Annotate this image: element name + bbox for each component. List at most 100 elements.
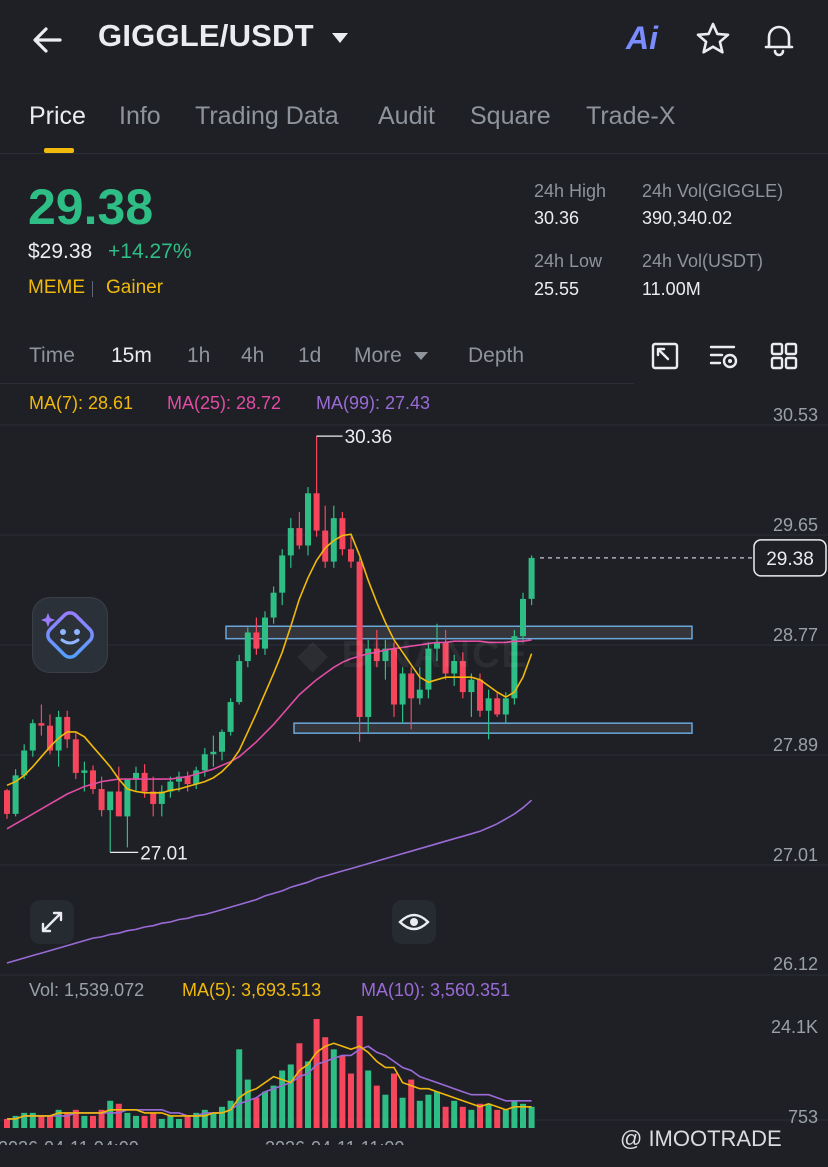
robot-face-icon	[41, 611, 94, 659]
candle-body	[279, 555, 286, 593]
volume-bar	[330, 1049, 337, 1128]
volume-bar	[133, 1115, 139, 1128]
volume-bar	[4, 1118, 10, 1128]
volume-bar	[210, 1112, 217, 1128]
price-change-percent: +14.27%	[108, 240, 192, 263]
volume-axis-label: 753	[788, 1107, 818, 1127]
tab-square[interactable]: Square	[470, 102, 551, 131]
grid-layout-icon[interactable]	[768, 340, 800, 372]
back-arrow-icon[interactable]	[28, 20, 68, 60]
vol-quote-label: 24h Vol(USDT)	[642, 251, 764, 271]
volume-bar	[184, 1115, 191, 1128]
high-label: 24h High	[534, 181, 607, 201]
candle-body	[21, 750, 28, 776]
tab-depth[interactable]: Depth	[468, 344, 524, 368]
candle-body	[193, 770, 200, 785]
interval-1h[interactable]: 1h	[187, 344, 210, 368]
price-axis-label: 29.65	[773, 515, 818, 535]
volume-bar	[313, 1019, 320, 1128]
pair-selector[interactable]: GIGGLE/USDT	[98, 18, 314, 54]
expand-chart-button[interactable]	[30, 900, 74, 944]
toggle-visibility-button[interactable]	[392, 900, 436, 944]
star-icon[interactable]	[694, 20, 732, 58]
interval-1d[interactable]: 1d	[298, 344, 321, 368]
volume-bar	[150, 1112, 157, 1128]
tab-trade-x[interactable]: Trade-X	[586, 102, 675, 131]
expand-icon	[41, 911, 63, 933]
time-axis-label: 2026-04-11 11:00	[265, 1138, 404, 1145]
low-price-marker: 27.01	[140, 843, 188, 864]
candle-body	[72, 739, 79, 773]
high-price-marker: 30.36	[345, 427, 393, 448]
candle-body	[416, 689, 423, 699]
candle-body	[262, 617, 268, 649]
ai-bot-button[interactable]	[32, 597, 108, 673]
volume-bar	[115, 1103, 122, 1128]
caret-down-icon[interactable]	[414, 352, 428, 360]
tab-audit[interactable]: Audit	[378, 102, 435, 131]
price-axis-label: 27.89	[773, 735, 818, 755]
interval-time[interactable]: Time	[29, 344, 75, 368]
volume-bar	[296, 1043, 303, 1128]
interval-4h[interactable]: 4h	[241, 344, 264, 368]
candle-body	[485, 698, 492, 711]
candle-body	[98, 789, 105, 811]
tag-meme[interactable]: MEME	[28, 277, 85, 299]
candle-body	[107, 791, 114, 811]
candle-body	[55, 716, 62, 751]
tab-info[interactable]: Info	[119, 102, 161, 131]
candle-body	[408, 673, 415, 699]
volume-bar	[167, 1115, 174, 1128]
candle-body	[124, 779, 131, 817]
fullscreen-chart-icon[interactable]	[649, 340, 681, 372]
candle-body	[468, 679, 475, 693]
candle-body	[64, 716, 71, 740]
tag-divider	[92, 281, 93, 297]
exchange-watermark: ◆ BINANCE	[298, 634, 529, 676]
candle-body	[287, 528, 294, 556]
volume-bar	[38, 1115, 45, 1128]
tag-gainer[interactable]: Gainer	[106, 277, 163, 299]
volume-bar	[81, 1115, 88, 1128]
candlestick-chart[interactable]: 30.53 29.65 28.77 27.89 27.01 26.12 24.1K 753 20…	[0, 385, 828, 1145]
volume-bar	[270, 1085, 277, 1128]
candle-body	[141, 772, 148, 792]
fiat-price: $29.38	[28, 240, 93, 263]
volume-bar	[158, 1118, 165, 1128]
volume-axis-label: 24.1K	[771, 1017, 818, 1037]
volume-bar	[511, 1100, 518, 1128]
volume-bar	[90, 1115, 96, 1128]
tab-trading-data[interactable]: Trading Data	[195, 102, 339, 131]
volume-bar	[219, 1106, 225, 1128]
interval-15m[interactable]: 15m	[111, 344, 152, 368]
source-watermark: @ IMOOTRADE	[620, 1126, 782, 1151]
price-axis-label: 30.53	[773, 405, 818, 425]
volume-bar	[399, 1097, 406, 1128]
volume-bar	[442, 1106, 449, 1128]
ai-assistant-button[interactable]: Ai	[626, 20, 658, 57]
candle-body	[115, 791, 122, 817]
caret-down-icon[interactable]	[332, 33, 348, 43]
vol-base-label: 24h Vol(GIGGLE)	[642, 181, 784, 201]
divider	[0, 383, 634, 384]
candle-body	[184, 776, 191, 785]
candle-body	[227, 702, 234, 732]
volume-bar	[416, 1100, 423, 1128]
bell-icon[interactable]	[760, 20, 798, 58]
candle-body	[528, 557, 535, 599]
volume-bar	[494, 1109, 501, 1128]
volume-bar	[528, 1106, 535, 1128]
top-bar: GIGGLE/USDT Ai	[0, 0, 828, 80]
interval-more[interactable]: More	[354, 344, 402, 368]
candle-body	[90, 770, 96, 790]
candle-body	[339, 518, 346, 550]
candle-body	[313, 493, 320, 531]
high-value: 30.36	[534, 208, 580, 228]
price-axis-label: 27.01	[773, 845, 818, 865]
volume-bar	[485, 1103, 492, 1128]
low-value: 25.55	[534, 279, 580, 299]
candle-body	[270, 592, 277, 618]
tab-price[interactable]: Price	[29, 102, 86, 131]
volume-bar	[47, 1115, 53, 1128]
chart-settings-icon[interactable]	[708, 340, 740, 372]
